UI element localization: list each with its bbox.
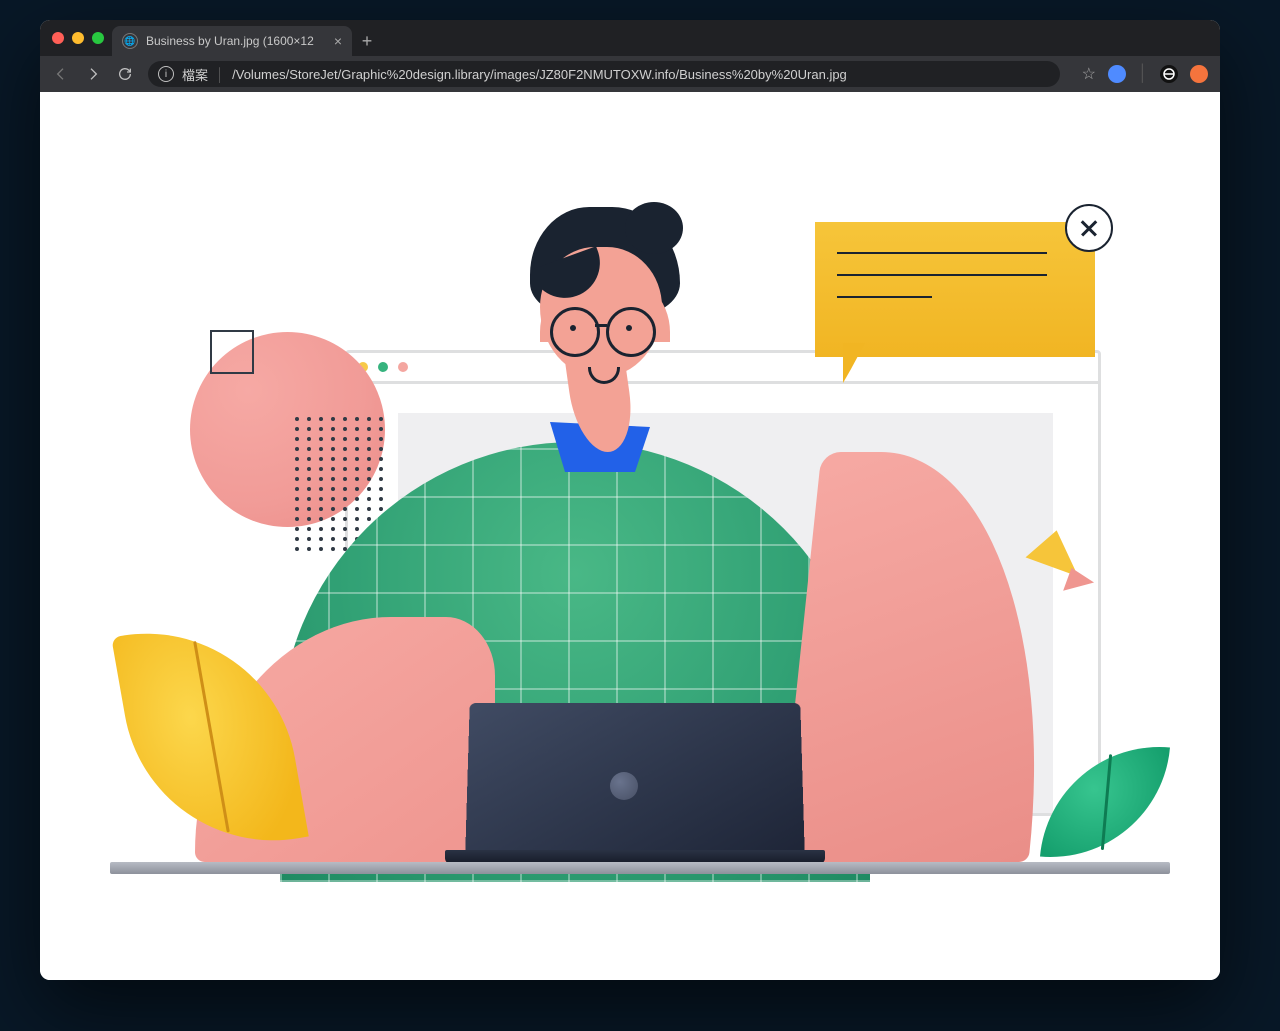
url-scheme-label: 檔案 [182, 65, 208, 84]
dot-icon [378, 362, 388, 372]
browser-tab[interactable]: 🌐 Business by Uran.jpg (1600×12 × [112, 26, 352, 56]
tab-title: Business by Uran.jpg (1600×12 [146, 34, 314, 48]
dot-icon [398, 362, 408, 372]
minimize-window-button[interactable] [72, 32, 84, 44]
laptop-logo-icon [610, 772, 638, 800]
separator: │ [1138, 65, 1148, 83]
toolbar-actions: ☆ │ [1082, 64, 1208, 84]
tab-strip: 🌐 Business by Uran.jpg (1600×12 × + [40, 20, 1220, 56]
extension-icon[interactable] [1108, 65, 1126, 83]
ground-line [110, 862, 1170, 874]
browser-window: 🌐 Business by Uran.jpg (1600×12 × + i 檔案… [40, 20, 1220, 980]
page-content [40, 92, 1220, 980]
reload-button[interactable] [116, 66, 134, 82]
back-button[interactable] [52, 66, 70, 82]
toolbar: i 檔案 │ /Volumes/StoreJet/Graphic%20desig… [40, 56, 1220, 92]
glasses-icon [550, 307, 600, 357]
globe-icon: 🌐 [122, 33, 138, 49]
extension-icon[interactable] [1190, 65, 1208, 83]
leaf-icon [111, 610, 309, 864]
forward-button[interactable] [84, 66, 102, 82]
speech-bubble [815, 222, 1095, 357]
person-hair-bun [625, 202, 683, 254]
decorative-square [210, 330, 254, 374]
close-window-button[interactable] [52, 32, 64, 44]
site-info-icon[interactable]: i [158, 66, 174, 82]
glasses-icon [606, 307, 656, 357]
close-tab-button[interactable]: × [334, 33, 342, 49]
new-tab-button[interactable]: + [352, 26, 382, 56]
close-icon [1065, 204, 1113, 252]
window-traffic-lights [52, 32, 104, 44]
separator: │ [216, 67, 224, 82]
extension-icon[interactable] [1160, 65, 1178, 83]
bookmark-star-icon[interactable]: ☆ [1082, 64, 1096, 84]
address-bar[interactable]: i 檔案 │ /Volumes/StoreJet/Graphic%20desig… [148, 61, 1060, 87]
url-text: /Volumes/StoreJet/Graphic%20design.libra… [232, 67, 847, 82]
zoom-window-button[interactable] [92, 32, 104, 44]
illustration [40, 92, 1220, 980]
